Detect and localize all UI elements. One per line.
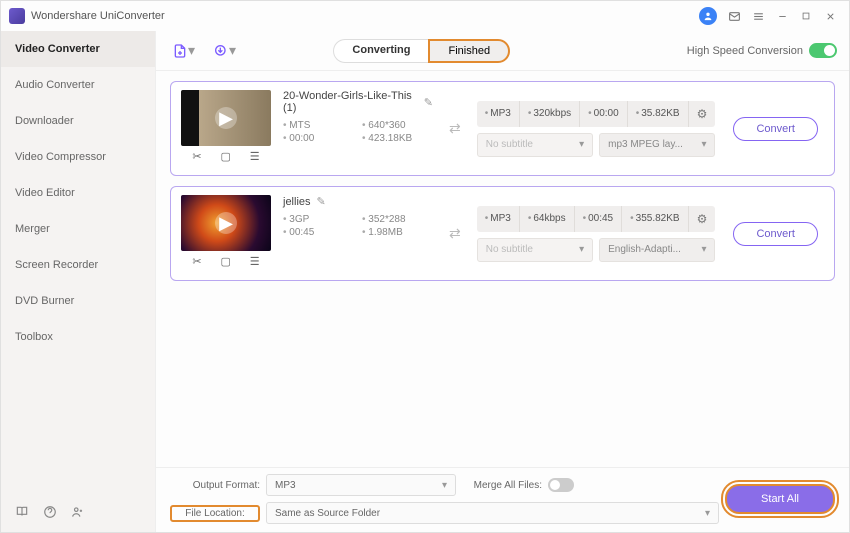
merge-all-toggle[interactable] xyxy=(548,478,574,492)
thumbnail[interactable]: ▶ xyxy=(181,90,271,146)
output-format-label: Output Format: xyxy=(170,480,260,491)
src-size: 1.98MB xyxy=(362,227,433,238)
src-format: 3GP xyxy=(283,214,354,225)
sidebar-item-dvd-burner[interactable]: DVD Burner xyxy=(1,283,155,319)
src-duration: 00:00 xyxy=(283,133,354,144)
sidebar-item-downloader[interactable]: Downloader xyxy=(1,103,155,139)
sidebar-item-merger[interactable]: Merger xyxy=(1,211,155,247)
book-icon[interactable] xyxy=(15,505,29,522)
audio-track-select[interactable]: mp3 MPEG lay...▾ xyxy=(599,133,715,157)
thumbnail[interactable]: ▶ xyxy=(181,195,271,251)
out-size: 355.82KB xyxy=(622,206,688,232)
src-size: 423.18KB xyxy=(362,133,433,144)
file-card: ▶ ✂ ▢ ☰ jellies ✎ 3GP 352*288 xyxy=(170,186,835,281)
app-logo xyxy=(9,8,25,24)
effects-icon[interactable]: ☰ xyxy=(250,150,260,163)
sidebar-item-toolbox[interactable]: Toolbox xyxy=(1,319,155,355)
hsc-label: High Speed Conversion xyxy=(687,45,803,57)
trim-icon[interactable]: ✂ xyxy=(192,255,201,268)
file-name: 20-Wonder-Girls-Like-This (1) xyxy=(283,90,418,114)
file-name: jellies xyxy=(283,196,311,208)
edit-name-icon[interactable]: ✎ xyxy=(424,96,433,109)
person-icon xyxy=(703,11,713,21)
output-settings-row[interactable]: MP3 320kbps 00:00 35.82KB ⚙ xyxy=(477,101,716,127)
maximize-icon[interactable] xyxy=(795,5,817,27)
output-settings-row[interactable]: MP3 64kbps 00:45 355.82KB ⚙ xyxy=(477,206,716,232)
sidebar-item-video-compressor[interactable]: Video Compressor xyxy=(1,139,155,175)
app-title: Wondershare UniConverter xyxy=(31,10,699,22)
footer: Output Format: MP3▾ Merge All Files: Sta… xyxy=(156,467,849,532)
transfer-arrow-icon: ⇄ xyxy=(445,195,465,272)
menu-icon[interactable] xyxy=(747,5,769,27)
audio-track-select[interactable]: English-Adapti...▾ xyxy=(599,238,715,262)
mail-icon[interactable] xyxy=(723,5,745,27)
out-duration: 00:00 xyxy=(580,101,628,127)
out-format: MP3 xyxy=(477,206,520,232)
sidebar-item-video-converter[interactable]: Video Converter xyxy=(1,31,155,67)
gear-icon[interactable]: ⚙ xyxy=(689,101,716,127)
gear-icon[interactable]: ⚙ xyxy=(689,206,716,232)
file-card: ▶ ✂ ▢ ☰ 20-Wonder-Girls-Like-This (1) ✎ … xyxy=(170,81,835,176)
play-icon: ▶ xyxy=(215,107,237,129)
file-list: ▶ ✂ ▢ ☰ 20-Wonder-Girls-Like-This (1) ✎ … xyxy=(156,71,849,467)
trim-icon[interactable]: ✂ xyxy=(192,150,201,163)
sidebar-item-screen-recorder[interactable]: Screen Recorder xyxy=(1,247,155,283)
tab-group: Converting Finished xyxy=(333,39,510,63)
tab-finished[interactable]: Finished xyxy=(428,39,510,63)
chevron-down-icon: ▾ xyxy=(229,42,236,59)
sidebar: Video Converter Audio Converter Download… xyxy=(1,31,156,532)
file-location-label: File Location: xyxy=(170,505,260,522)
start-all-button[interactable]: Start All xyxy=(725,484,835,514)
src-format: MTS xyxy=(283,120,354,131)
convert-button[interactable]: Convert xyxy=(733,117,818,141)
edit-name-icon[interactable]: ✎ xyxy=(317,195,326,208)
help-icon[interactable] xyxy=(43,505,57,522)
user-avatar[interactable] xyxy=(699,7,717,25)
sidebar-item-audio-converter[interactable]: Audio Converter xyxy=(1,67,155,103)
file-location-select[interactable]: Same as Source Folder▾ xyxy=(266,502,719,524)
subtitle-select[interactable]: No subtitle▾ xyxy=(477,133,593,157)
tab-converting[interactable]: Converting xyxy=(333,39,428,63)
out-bitrate: 320kbps xyxy=(520,101,580,127)
content-area: ▾ ▾ Converting Finished High Speed Conve… xyxy=(156,31,849,532)
hsc-toggle-group: High Speed Conversion xyxy=(687,43,837,58)
crop-icon[interactable]: ▢ xyxy=(220,150,230,163)
out-bitrate: 64kbps xyxy=(520,206,575,232)
effects-icon[interactable]: ☰ xyxy=(250,255,260,268)
merge-all-label: Merge All Files: xyxy=(462,480,542,491)
sidebar-item-video-editor[interactable]: Video Editor xyxy=(1,175,155,211)
src-duration: 00:45 xyxy=(283,227,354,238)
toolbar: ▾ ▾ Converting Finished High Speed Conve… xyxy=(156,31,849,71)
out-size: 35.82KB xyxy=(628,101,689,127)
out-format: MP3 xyxy=(477,101,520,127)
transfer-arrow-icon: ⇄ xyxy=(445,90,465,167)
crop-icon[interactable]: ▢ xyxy=(220,255,230,268)
output-format-select[interactable]: MP3▾ xyxy=(266,474,456,496)
add-file-button[interactable]: ▾ xyxy=(168,40,199,61)
play-icon: ▶ xyxy=(215,212,237,234)
close-icon[interactable] xyxy=(819,5,841,27)
convert-button[interactable]: Convert xyxy=(733,222,818,246)
minimize-icon[interactable] xyxy=(771,5,793,27)
src-resolution: 640*360 xyxy=(362,120,433,131)
download-media-button[interactable]: ▾ xyxy=(209,40,240,61)
out-duration: 00:45 xyxy=(575,206,623,232)
contact-icon[interactable] xyxy=(71,505,85,522)
chevron-down-icon: ▾ xyxy=(188,42,195,59)
titlebar: Wondershare UniConverter xyxy=(1,1,849,31)
subtitle-select[interactable]: No subtitle▾ xyxy=(477,238,593,262)
src-resolution: 352*288 xyxy=(362,214,433,225)
hsc-toggle[interactable] xyxy=(809,43,837,58)
